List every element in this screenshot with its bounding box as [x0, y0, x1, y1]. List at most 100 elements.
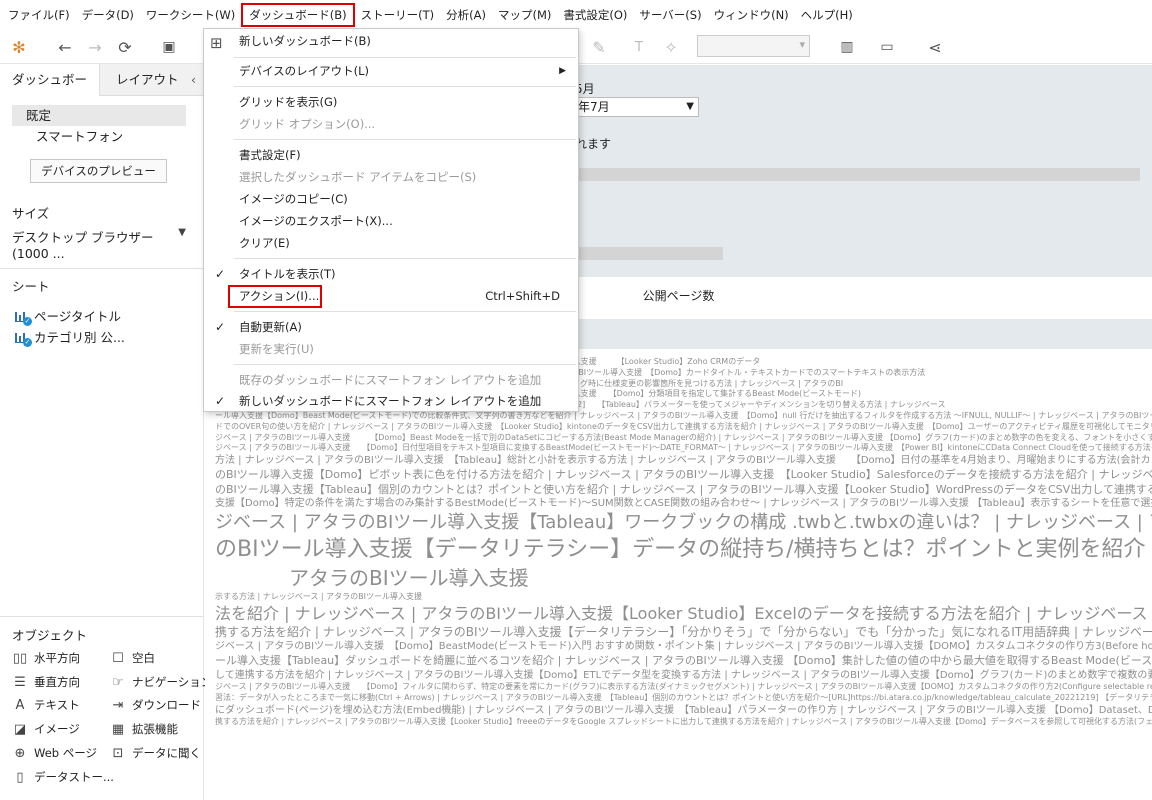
redo-icon[interactable]: ⟳	[114, 36, 136, 58]
menu-item-new-dashboard[interactable]: ⊞ 新しいダッシュボード(B)	[204, 30, 578, 52]
object-download[interactable]: ⇥ ダウンロード	[110, 697, 201, 713]
text-box-icon[interactable]: T	[628, 36, 650, 58]
size-select[interactable]: デスクトップ ブラウザー (1000 ... ▼	[12, 227, 190, 261]
object-label: データストー...	[34, 770, 114, 784]
device-default[interactable]: 既定	[12, 105, 186, 126]
menu-item-device-layout[interactable]: デバイスのレイアウト(L) ▶	[204, 60, 578, 82]
object-text[interactable]: A テキスト	[12, 697, 80, 713]
menu-format[interactable]: 書式設定(O)	[557, 3, 633, 27]
sheet-item[interactable]: ✓ カテゴリ別 公...	[14, 327, 125, 347]
menu-item-show-grid[interactable]: グリッドを表示(G)	[204, 91, 578, 113]
object-image[interactable]: ◪ イメージ	[12, 721, 80, 737]
word-cloud-line: にダッシュボード(ページ)を埋め込む方法(Embed機能) | ナレッジベース …	[215, 704, 1152, 716]
share-icon[interactable]: ⋖	[924, 36, 946, 58]
horizontal-container-icon: ▯▯	[12, 650, 28, 666]
menu-item-format[interactable]: 書式設定(F)	[204, 144, 578, 166]
menu-item-label: 選択したダッシュボード アイテムをコピー(S)	[239, 170, 477, 184]
menu-item-clear[interactable]: クリア(E)	[204, 232, 578, 254]
menu-item-add-phone-existing[interactable]: 既存のダッシュボードにスマートフォン レイアウトを追加	[204, 369, 578, 391]
word-cloud-line: ール導入支援【Domo】Beast Mode(ビーストモード)での比較条件式、文…	[215, 410, 1152, 420]
menu-data[interactable]: データ(D)	[76, 3, 140, 27]
menu-separator	[234, 86, 576, 87]
navigation-icon: ☞	[112, 674, 124, 690]
extension-icon: ▦	[111, 721, 125, 737]
menu-dashboard[interactable]: ダッシュボード(B)	[241, 3, 355, 27]
object-data-story[interactable]: ▯ データストー...	[12, 769, 114, 785]
save-icon[interactable]: ▣	[158, 36, 180, 58]
menu-worksheet[interactable]: ワークシート(W)	[140, 3, 241, 27]
blank-icon: ☐	[112, 650, 124, 666]
month-filter-select[interactable]: 年7月 ▼	[575, 97, 699, 117]
word-cloud-line: ジベース | アタラのBIツール導入支援 【Domo】Beast Modeを一括…	[215, 432, 1152, 442]
word-cloud-line: 携する方法を紹介 | ナレッジベース | アタラのBIツール導入支援【データリテ…	[215, 625, 1152, 640]
object-label: Web ページ	[34, 746, 97, 760]
menu-item-run-update[interactable]: 更新を実行(U)	[204, 338, 578, 360]
forward-icon[interactable]: →	[84, 36, 106, 58]
menu-item-label: クリア(E)	[239, 236, 290, 250]
menu-item-show-title[interactable]: ✓ タイトルを表示(T)	[204, 263, 578, 285]
word-cloud-line: アタラのBIツール導入支援	[289, 565, 529, 590]
tab-layout[interactable]: レイアウト ‹	[100, 64, 204, 96]
check-icon: ✓	[215, 267, 226, 281]
word-cloud-line: ール導入支援【Tableau】ダッシュボードを綺麗に並べるコツを紹介 | ナレッ…	[215, 653, 1152, 667]
sheet-item-label: カテゴリ別 公...	[34, 330, 125, 345]
divider	[0, 268, 204, 269]
menu-server[interactable]: サーバー(S)	[633, 3, 707, 27]
pin-icon[interactable]: ✧	[660, 36, 682, 58]
object-web-page[interactable]: ⊕ Web ページ	[12, 745, 97, 761]
object-ask-data[interactable]: ⊡ データに聞く	[110, 745, 201, 761]
chevron-down-icon: ▼	[686, 101, 694, 112]
menu-bar: ファイル(F) データ(D) ワークシート(W) ダッシュボード(B) ストーリ…	[0, 0, 1152, 30]
menu-help[interactable]: ヘルプ(H)	[795, 3, 859, 27]
sheet-item[interactable]: ✓ ページタイトル	[14, 306, 121, 326]
device-phone[interactable]: スマートフォン	[12, 126, 186, 147]
image-icon: ◪	[13, 721, 27, 737]
menu-separator	[234, 364, 576, 365]
tab-layout-label: レイアウト	[116, 72, 179, 87]
submenu-arrow-icon: ▶	[559, 66, 566, 76]
back-icon[interactable]: ←	[54, 36, 76, 58]
menu-story[interactable]: ストーリー(T)	[355, 3, 441, 27]
menu-item-label: 新しいダッシュボードにスマートフォン レイアウトを追加	[239, 394, 542, 408]
sheet-icon: ✓	[14, 309, 32, 326]
show-me-icon[interactable]: ▥	[836, 36, 858, 58]
menu-item-add-phone-new[interactable]: ✓ 新しいダッシュボードにスマートフォン レイアウトを追加	[204, 390, 578, 412]
menu-analysis[interactable]: 分析(A)	[440, 3, 492, 27]
menu-item-shortcut: Ctrl+Shift+D	[485, 289, 560, 303]
collapse-icon[interactable]: ‹	[191, 64, 196, 96]
presentation-icon[interactable]: ▭	[876, 36, 898, 58]
word-cloud-line: して連携する方法を紹介 | ナレッジベース | アタラのBIツール導入支援【Do…	[215, 669, 1152, 681]
menu-item-copy-selected[interactable]: 選択したダッシュボード アイテムをコピー(S)	[204, 166, 578, 188]
menu-item-label: 書式設定(F)	[239, 148, 301, 162]
chevron-down-icon: ▼	[178, 227, 186, 238]
menu-item-grid-options[interactable]: グリッド オプション(O)...	[204, 113, 578, 135]
menu-file[interactable]: ファイル(F)	[2, 3, 76, 27]
menu-item-auto-update[interactable]: ✓ 自動更新(A)	[204, 316, 578, 338]
menu-item-actions[interactable]: アクション(I)... Ctrl+Shift+D	[204, 285, 578, 308]
menu-map[interactable]: マップ(M)	[492, 3, 557, 27]
tab-dashboard[interactable]: ダッシュボード	[0, 64, 100, 119]
size-label: サイズ	[12, 206, 50, 221]
left-pane: ダッシュボード レイアウト ‹ 既定 スマートフォン デバイスのプレビュー サイ…	[0, 64, 212, 800]
annotate-icon[interactable]: ✎	[588, 36, 610, 58]
object-blank[interactable]: ☐ 空白	[110, 650, 155, 666]
object-vertical[interactable]: ☰ 垂直方向	[12, 674, 80, 690]
device-preview-button[interactable]: デバイスのプレビュー	[30, 159, 167, 183]
tableau-logo-icon[interactable]: ✻	[8, 36, 30, 58]
toolbar-combo[interactable]	[697, 35, 810, 57]
menu-item-label: 新しいダッシュボード(B)	[239, 34, 371, 48]
object-navigation[interactable]: ☞ ナビゲーション	[110, 674, 212, 690]
word-cloud-line: 示する方法 | ナレッジベース | アタラのBIツール導入支援	[215, 591, 423, 601]
object-horizontal[interactable]: ▯▯ 水平方向	[12, 650, 80, 666]
object-label: テキスト	[34, 698, 80, 712]
text-icon: A	[15, 697, 25, 713]
menu-window[interactable]: ウィンドウ(N)	[708, 3, 795, 27]
menu-item-copy-image[interactable]: イメージのコピー(C)	[204, 188, 578, 210]
word-cloud-line: のBIツール導入支援【Tableau】個別のカウントとは？ポイントと使い方を紹介…	[215, 482, 1152, 496]
menu-separator	[234, 258, 576, 259]
left-pane-tabs: ダッシュボード レイアウト ‹	[0, 64, 204, 119]
objects-label: オブジェクト	[12, 628, 88, 643]
object-label: ナビゲーション	[132, 675, 213, 689]
menu-item-export-image[interactable]: イメージのエクスポート(X)...	[204, 210, 578, 232]
object-extension[interactable]: ▦ 拡張機能	[110, 721, 178, 737]
